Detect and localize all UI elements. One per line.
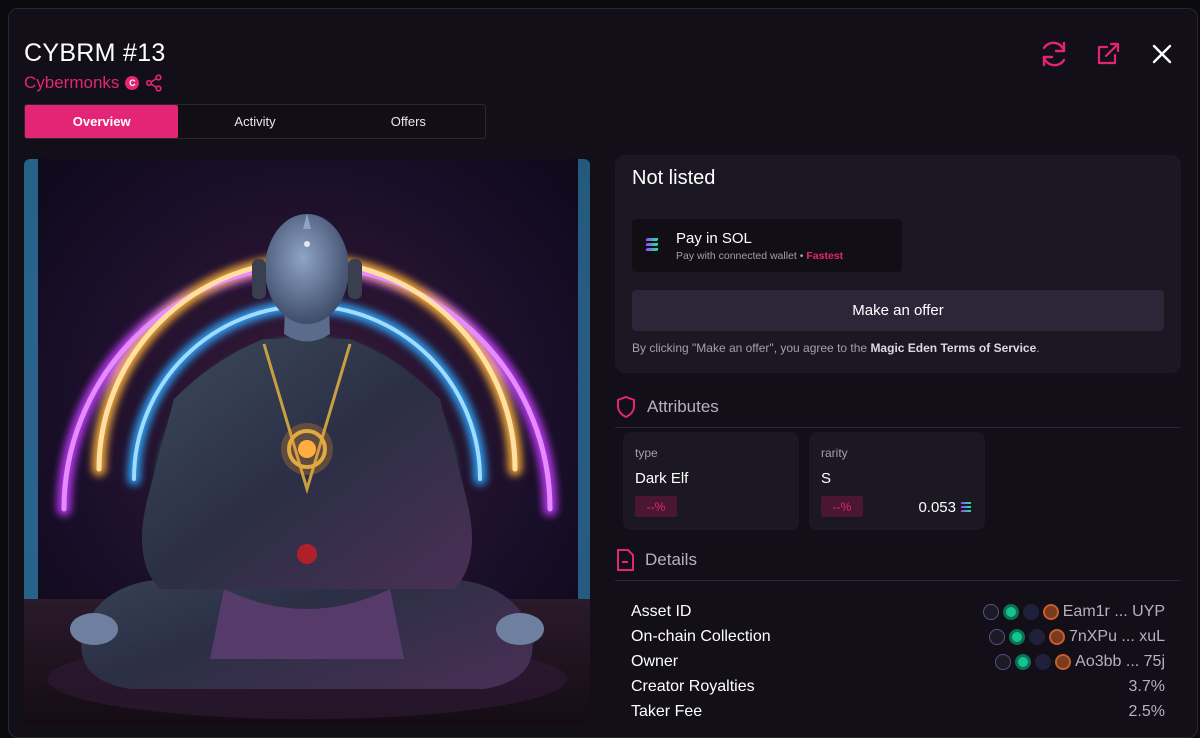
- detail-label: On-chain Collection: [631, 627, 771, 645]
- terms-of-service-link[interactable]: Magic Eden Terms of Service: [870, 341, 1036, 355]
- attribute-rarity-percent: --%: [635, 496, 677, 517]
- solana-explorer-icon[interactable]: [1022, 603, 1039, 620]
- attribute-value: S: [821, 470, 832, 487]
- detail-row-taker-fee: Taker Fee 2.5%: [631, 699, 1165, 724]
- tab-activity[interactable]: Activity: [178, 105, 331, 138]
- listing-status: Not listed: [632, 167, 716, 189]
- document-icon: [617, 549, 634, 571]
- terms-suffix: .: [1036, 341, 1040, 355]
- detail-label: Creator Royalties: [631, 677, 755, 695]
- make-offer-button[interactable]: Make an offer: [632, 290, 1164, 331]
- attribute-key: type: [635, 446, 658, 460]
- tab-offers[interactable]: Offers: [332, 105, 485, 138]
- floor-price-value: 0.053: [918, 499, 956, 516]
- terms-prefix: By clicking "Make an offer", you agree t…: [632, 341, 871, 355]
- details-list: Asset ID Eam1r ... UYP On-chain Collecti…: [631, 599, 1165, 724]
- attribute-rarity-percent: --%: [821, 496, 863, 517]
- attribute-value: Dark Elf: [635, 470, 689, 487]
- detail-label: Owner: [631, 652, 679, 670]
- tab-overview[interactable]: Overview: [25, 105, 179, 138]
- solscan-icon[interactable]: [988, 628, 1005, 645]
- explorer-icon[interactable]: [1015, 653, 1032, 670]
- collection-row: Cybermonks C: [24, 73, 163, 93]
- xray-icon[interactable]: [1042, 603, 1059, 620]
- explorer-icon[interactable]: [1008, 628, 1025, 645]
- close-icon[interactable]: [1147, 39, 1177, 69]
- pay-subtitle-text: Pay with connected wallet: [676, 250, 797, 262]
- verified-badge-icon: C: [125, 76, 140, 90]
- pay-option-subtitle: Pay with connected wallet • Fastest: [676, 250, 843, 262]
- asset-id-value[interactable]: Eam1r ... UYP: [1063, 603, 1165, 621]
- shield-icon: [617, 395, 635, 419]
- attribute-key: rarity: [821, 446, 848, 460]
- detail-row-owner: Owner Ao3bb ... 75j: [631, 649, 1165, 674]
- detail-row-collection: On-chain Collection 7nXPu ... xuL: [631, 624, 1165, 649]
- external-link-icon[interactable]: [1093, 39, 1123, 69]
- page-title: CYBRM #13: [24, 39, 166, 67]
- taker-fee-value: 2.5%: [1128, 702, 1165, 720]
- terms-notice: By clicking "Make an offer", you agree t…: [632, 341, 1040, 355]
- pay-option-title: Pay in SOL: [676, 230, 752, 247]
- share-icon[interactable]: [145, 74, 163, 92]
- solana-icon: [645, 238, 659, 252]
- solscan-icon[interactable]: [982, 603, 999, 620]
- listing-status-panel: Not listed Pay in SOL Pay with connected…: [615, 155, 1181, 373]
- owner-address-value[interactable]: Ao3bb ... 75j: [1075, 653, 1165, 671]
- solana-icon: [960, 501, 972, 514]
- collection-link[interactable]: Cybermonks: [24, 73, 119, 93]
- xray-icon[interactable]: [1048, 628, 1065, 645]
- attribute-floor-price: 0.053: [918, 499, 972, 516]
- fastest-badge: Fastest: [806, 250, 844, 262]
- solana-explorer-icon[interactable]: [1028, 628, 1045, 645]
- solana-explorer-icon[interactable]: [1035, 653, 1052, 670]
- collection-address-value[interactable]: 7nXPu ... xuL: [1069, 628, 1165, 646]
- nft-detail-modal: CYBRM #13 Cybermonks C Overview Activity…: [8, 8, 1198, 738]
- solscan-icon[interactable]: [995, 653, 1012, 670]
- pay-in-sol-option[interactable]: Pay in SOL Pay with connected wallet • F…: [632, 219, 902, 272]
- nft-image: [24, 159, 590, 725]
- pay-separator: •: [799, 250, 804, 262]
- detail-value: Ao3bb ... 75j: [995, 653, 1165, 671]
- details-heading: Details: [645, 550, 697, 569]
- detail-tabs: Overview Activity Offers: [24, 104, 486, 139]
- attribute-card-rarity[interactable]: rarity S --% 0.053: [809, 432, 985, 530]
- explorer-icon[interactable]: [1002, 603, 1019, 620]
- detail-row-royalties: Creator Royalties 3.7%: [631, 674, 1165, 699]
- attributes-heading: Attributes: [647, 397, 719, 416]
- detail-label: Taker Fee: [631, 702, 703, 720]
- royalties-value: 3.7%: [1128, 677, 1165, 695]
- refresh-icon[interactable]: [1039, 39, 1069, 69]
- detail-label: Asset ID: [631, 602, 692, 620]
- details-header: Details: [615, 548, 1181, 581]
- detail-row-asset-id: Asset ID Eam1r ... UYP: [631, 599, 1165, 624]
- detail-value: 7nXPu ... xuL: [988, 628, 1165, 646]
- attribute-card-type[interactable]: type Dark Elf --%: [623, 432, 799, 530]
- detail-value: Eam1r ... UYP: [982, 603, 1165, 621]
- header-actions: [1039, 39, 1177, 69]
- xray-icon[interactable]: [1055, 653, 1072, 670]
- attributes-header: Attributes: [615, 395, 1181, 428]
